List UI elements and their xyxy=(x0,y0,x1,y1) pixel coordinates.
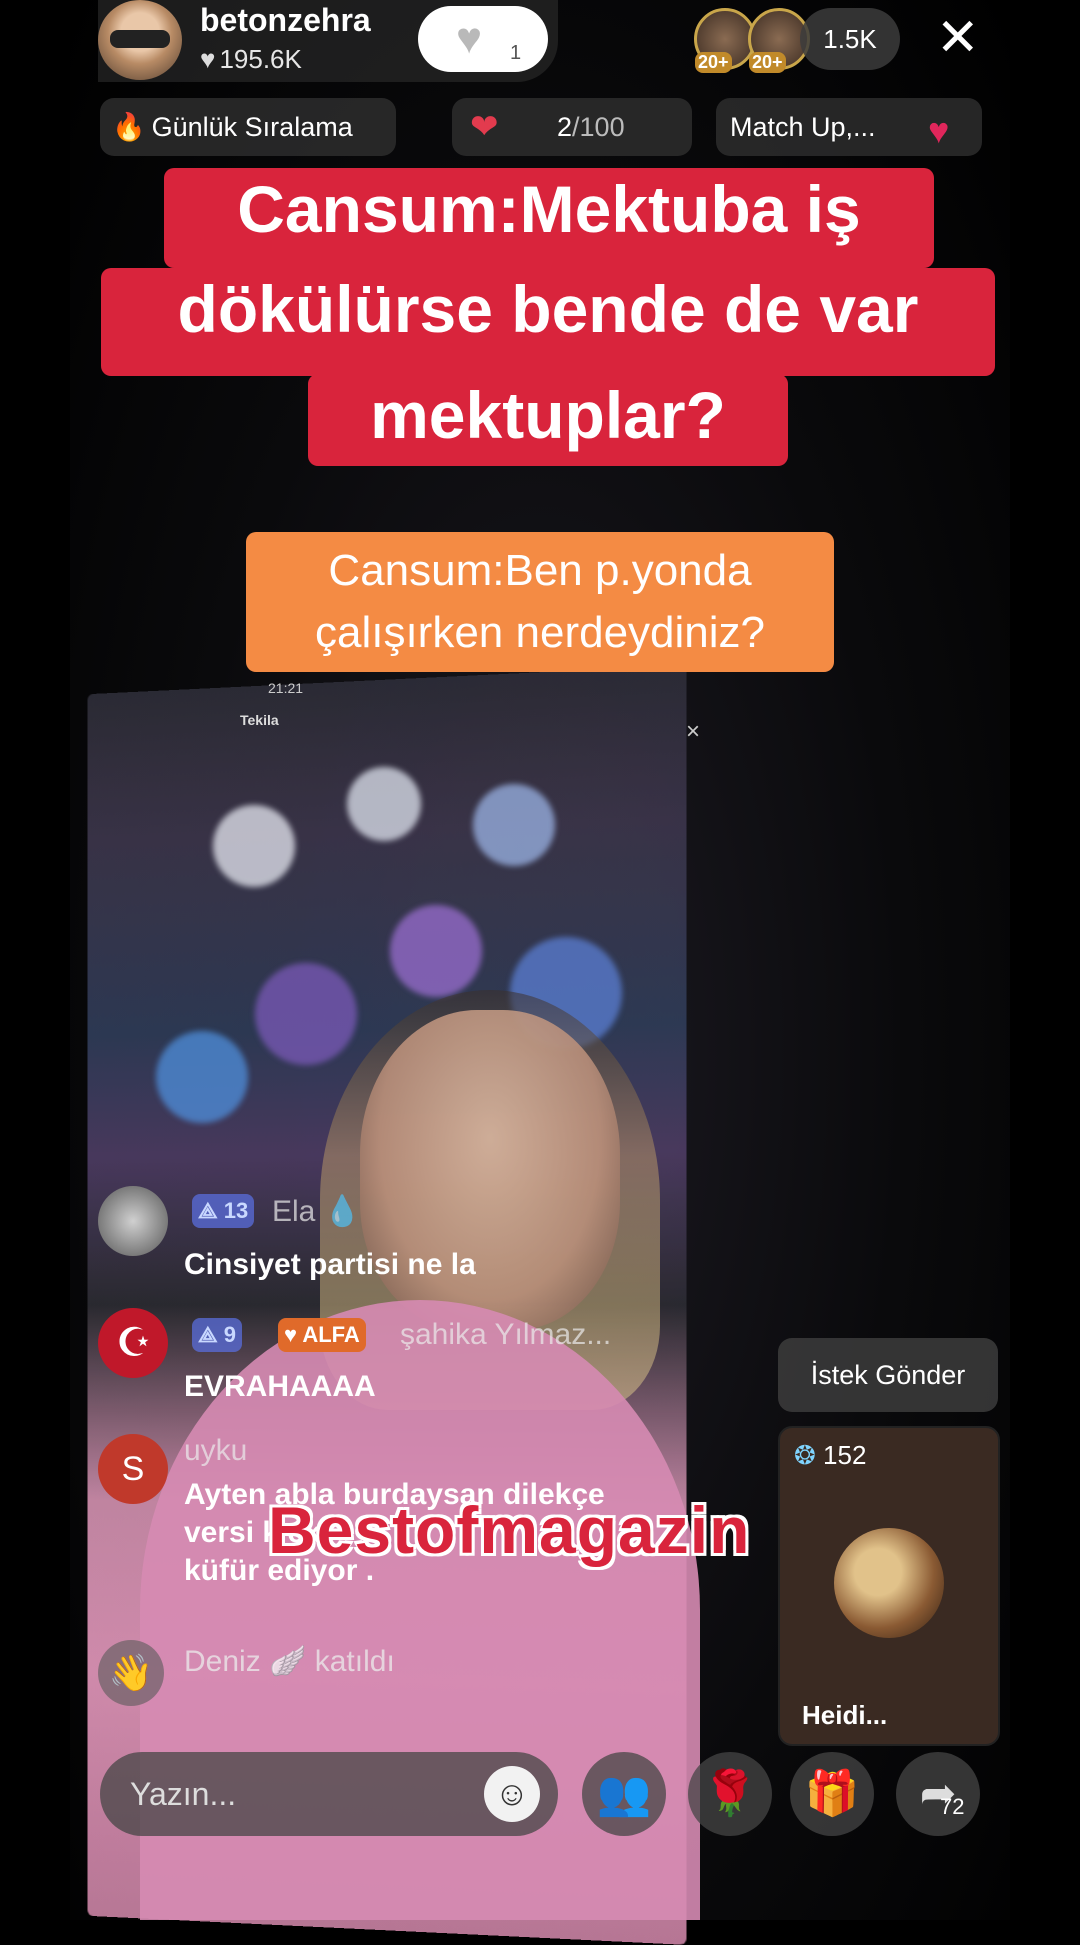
inner-frame-host: Tekila xyxy=(240,712,279,728)
gift-button[interactable]: 🎁 xyxy=(790,1752,874,1836)
multiguest-icon: 👥 xyxy=(596,1769,652,1818)
comment-text: Cinsiyet partisi ne la xyxy=(184,1248,476,1281)
guest-name: Heidi... xyxy=(802,1700,888,1730)
heart-gift-icon: ❤ xyxy=(470,108,499,146)
comment-username[interactable]: uyku xyxy=(184,1434,247,1468)
host-avatar[interactable] xyxy=(98,0,182,80)
join-notice: Deniz 🪽 katıldı xyxy=(184,1645,395,1678)
heart-icon: ♥ xyxy=(456,14,483,63)
match-up-chip[interactable]: Match Up,... ♥ xyxy=(716,98,982,156)
guest-card[interactable]: ❂ 152 Heidi... xyxy=(778,1426,1000,1746)
caption-line: dökülürse bende de var xyxy=(101,268,995,376)
gem-icon: ❂ xyxy=(794,1440,816,1470)
send-request-button[interactable]: İstek Gönder xyxy=(778,1338,998,1412)
follow-count: 1 xyxy=(510,42,522,64)
close-icon[interactable]: ✕ xyxy=(936,12,980,64)
level-badge: ⟁ 9 xyxy=(192,1318,242,1352)
emoji-icon[interactable]: ☺ xyxy=(484,1766,540,1822)
comment-username[interactable]: Ela 💧 xyxy=(272,1194,361,1229)
fan-badge: ♥ ALFA xyxy=(278,1318,366,1352)
top-viewer-avatar[interactable]: 20+ xyxy=(694,8,756,73)
level-badge: ⟁ 13 xyxy=(192,1194,255,1228)
guest-avatar xyxy=(834,1528,944,1638)
gift-icon: 🎁 xyxy=(804,1769,860,1818)
heart-icon: ♥ xyxy=(200,44,216,74)
comment-text: EVRAHAAAA xyxy=(184,1370,376,1403)
match-icon: ♥ xyxy=(928,110,950,151)
share-button[interactable]: ➦ 72 xyxy=(896,1752,980,1836)
caption-line: mektuplar? xyxy=(308,374,788,466)
rose-icon: 🌹 xyxy=(702,1769,758,1818)
multiguest-button[interactable]: 👥 xyxy=(582,1752,666,1836)
follow-heart-button[interactable]: ♥ 1 xyxy=(418,6,548,72)
daily-ranking-chip[interactable]: 🔥 Günlük Sıralama xyxy=(100,98,396,156)
comment-avatar[interactable] xyxy=(98,1186,168,1256)
wave-icon: 👋 xyxy=(98,1640,164,1706)
comment-input[interactable]: Yazın... ☺ xyxy=(100,1752,558,1836)
comment-username[interactable]: şahika Yılmaz... xyxy=(400,1318,611,1352)
rose-button[interactable]: 🌹 xyxy=(688,1752,772,1836)
comment-avatar[interactable]: ☪ xyxy=(98,1308,168,1378)
flag-icon: ☪ xyxy=(116,1321,152,1365)
comment-avatar[interactable]: S xyxy=(98,1434,168,1504)
host-likes: ♥ 195.6K xyxy=(200,44,302,74)
viewer-count[interactable]: 1.5K xyxy=(800,8,900,70)
fire-icon: 🔥 xyxy=(112,112,146,142)
inner-close-icon: × xyxy=(686,718,701,745)
host-name[interactable]: betonzehra xyxy=(200,2,371,39)
inner-frame-time: 21:21 xyxy=(268,680,304,696)
progress-chip[interactable]: ❤ 2/100 xyxy=(452,98,692,156)
watermark-text: Bestofmagazin xyxy=(268,1493,751,1567)
orange-caption: Cansum:Ben p.yonda çalışırken nerdeydini… xyxy=(246,532,834,672)
caption-line: Cansum:Mektuba iş xyxy=(164,168,934,268)
